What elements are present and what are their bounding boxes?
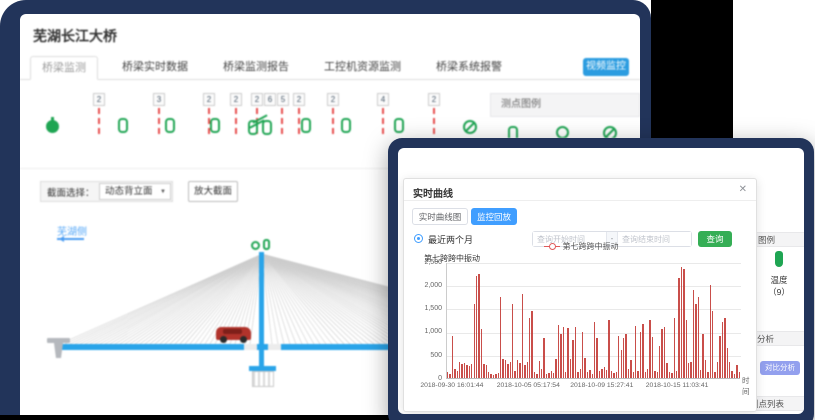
y-tick-label: 1,000 — [404, 328, 442, 335]
measure-point-legend-panel: 测点图例 — [490, 93, 640, 138]
temperature-count: （9） — [754, 286, 804, 298]
legend-panel-title: 测点图例 — [490, 93, 640, 117]
chain-link-icon — [118, 118, 128, 133]
tab-monitoring-report[interactable]: 桥梁监测报告 — [212, 56, 300, 80]
chain-link-icon — [508, 126, 518, 138]
sensor-count-badge: 4 — [377, 93, 389, 106]
video-monitor-button[interactable]: 视频监控 — [583, 58, 629, 76]
point-list-section-header: 测点列表 — [754, 396, 804, 411]
overlay-right-panel: 图例 温度 （9） 对比分析 对比分析 测点列表 — [754, 148, 804, 414]
dialog-title: 实时曲线 — [413, 185, 453, 200]
deck-joint — [268, 344, 281, 350]
sensor-marker-line — [382, 108, 384, 134]
legend-section-header: 图例 — [754, 232, 804, 247]
y-tick-label: 500 — [404, 352, 442, 359]
analysis-section-header: 对比分析 — [754, 331, 804, 346]
realtime-curve-dialog: 实时曲线 ✕ 实时曲线图 监控回放 最近两个月 - 查询 第七跨跨中振动 第七跨… — [403, 178, 757, 412]
chevron-down-icon: ▼ — [160, 184, 166, 200]
temperature-block[interactable]: 温度 （9） — [754, 251, 804, 298]
x-tick-label: 2018-10-05 05:17:54 — [497, 382, 560, 389]
sensor-marker-line — [281, 108, 283, 134]
tab-realtime-curve[interactable]: 实时曲线图 — [412, 208, 468, 225]
sensor-count-badge: 2 — [230, 93, 242, 106]
tower-pile-group — [252, 371, 274, 387]
temperature-label: 温度 — [754, 274, 804, 286]
y-tick-label: 2,500 — [404, 259, 442, 266]
section-dropdown[interactable]: 动态背立面 ▼ — [99, 183, 171, 200]
sensor-marker-line — [235, 108, 237, 134]
chain-link-icon — [210, 118, 220, 133]
x-tick-label: 2018-10-09 15:27:41 — [570, 382, 633, 389]
section-select-group: 截面选择： 动态背立面 ▼ — [40, 181, 173, 202]
circle-sensor-icon — [556, 126, 569, 138]
sensor-marker-line — [298, 108, 300, 134]
chain-link-icon — [341, 118, 351, 133]
sensor-count-badge: 2 — [327, 93, 339, 106]
sensor-count-badge: 2 — [428, 93, 440, 106]
ban-icon — [603, 126, 617, 138]
close-icon[interactable]: ✕ — [739, 184, 747, 195]
timer-icon — [46, 120, 59, 133]
enlarge-section-button[interactable]: 放大截面 — [188, 181, 238, 202]
sensor-count-badge: 6 — [264, 93, 276, 106]
thermometer-icon — [775, 251, 783, 267]
sensor-count-badge: 5 — [277, 93, 289, 106]
left-pier — [47, 338, 70, 343]
timer-icon — [251, 241, 260, 250]
chain-link-icon — [301, 118, 311, 133]
chain-link-icon — [394, 118, 404, 133]
sensor-marker-line — [433, 108, 435, 134]
tab-ipc-resource[interactable]: 工控机资源监测 — [313, 56, 412, 80]
chart-plot-area[interactable] — [446, 263, 740, 379]
x-axis-unit: 时间 — [742, 375, 756, 397]
chart-legend[interactable]: 第七跨跨中振动 — [404, 241, 758, 252]
multi-link-icon — [248, 114, 274, 136]
y-tick-label: 0 — [404, 375, 442, 382]
legend-marker-icon — [544, 243, 560, 250]
bridge-tower — [259, 252, 264, 368]
overlay-window: 图例 温度 （9） 对比分析 对比分析 测点列表 实时曲线 ✕ 实时曲线图 监控… — [398, 148, 804, 414]
sensor-count-badge: 2 — [203, 93, 215, 106]
sensor-count-badge: 2 — [251, 93, 263, 106]
compare-analysis-button[interactable]: 对比分析 — [760, 361, 800, 375]
section-select-label: 截面选择： — [41, 185, 95, 199]
page-title: 芜湖长江大桥 — [33, 26, 117, 46]
sensor-marker-line — [332, 108, 334, 134]
chain-link-icon — [263, 239, 270, 250]
tab-system-alarm[interactable]: 桥梁系统报警 — [425, 56, 513, 80]
deck-joint — [244, 344, 257, 350]
x-tick-label: 2018-09-30 16:01:44 — [420, 382, 483, 389]
sensor-count-badge: 3 — [153, 93, 165, 106]
y-tick-label: 1,500 — [404, 305, 442, 312]
x-tick-label: 2018-10-15 11:03:41 — [646, 382, 709, 389]
sensor-marker-line — [158, 108, 160, 134]
chain-link-icon — [165, 118, 175, 133]
dialog-header: 实时曲线 ✕ — [404, 179, 756, 201]
tab-monitor-playback[interactable]: 监控回放 — [471, 208, 517, 225]
main-tabbar: 桥梁监测 桥梁实时数据 桥梁监测报告 工控机资源监测 桥梁系统报警 — [20, 56, 640, 80]
sensor-marker-line — [98, 108, 100, 134]
ban-icon — [463, 120, 477, 134]
y-tick-label: 2,000 — [404, 282, 442, 289]
sensor-count-badge: 2 — [93, 93, 105, 106]
tab-realtime-data[interactable]: 桥梁实时数据 — [111, 56, 199, 80]
car-illustration — [216, 327, 251, 340]
tab-bridge-monitoring[interactable]: 桥梁监测 — [30, 56, 98, 80]
sensor-count-badge: 2 — [293, 93, 305, 106]
